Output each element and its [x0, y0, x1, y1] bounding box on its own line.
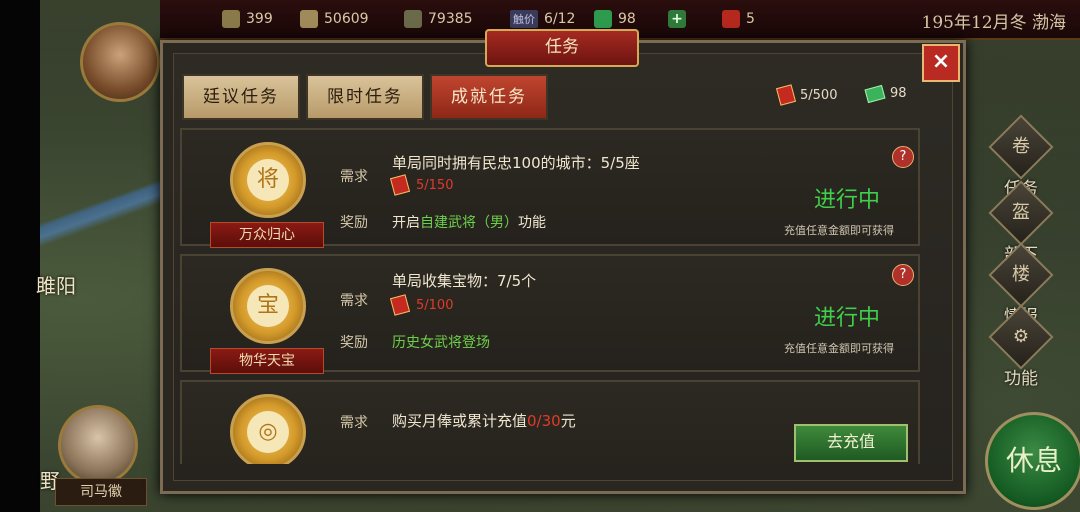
task-card: 宝 物华天宝 需求 单局收集宝物：7/5个 5/100 奖励 历史女武将登场 ?… [180, 254, 920, 374]
recharge-plus[interactable]: + [668, 10, 686, 28]
red-ticket-value: 5 [746, 11, 755, 27]
green-ticket-icon [864, 84, 886, 103]
red-currency-value: 5/500 [800, 87, 838, 103]
green-ticket-icon [594, 10, 612, 28]
tower-icon: 楼 [988, 242, 1054, 308]
official-value: 6/12 [544, 11, 576, 27]
gold-value: 50609 [324, 11, 369, 27]
tab-limited-tasks[interactable]: 限时任务 [306, 74, 424, 120]
reward-highlight: 自建武将（男） [420, 215, 518, 231]
season-date: 195年12月冬 渤海 [921, 13, 1066, 33]
green-ticket-resource: 98 [594, 10, 636, 28]
task-status: 进行中 [814, 188, 881, 213]
map-river [40, 150, 160, 350]
req-text: 单局收集宝物：7/5个 [392, 272, 537, 290]
task-badge: ◎ [230, 394, 306, 464]
req-progress-value: 5/150 [416, 177, 454, 193]
reward-label: 奖励 [340, 335, 368, 351]
task-hint: 充值任意金额即可获得 [784, 342, 894, 355]
helmet-icon: 盔 [988, 180, 1054, 246]
task-card: ◎ 需求 购买月俸或累计充值0/30元 去充值 [180, 380, 920, 464]
reward-prefix: 开启 [392, 215, 420, 231]
req-prefix: 购买月俸或累计充值 [392, 412, 528, 430]
food-value: 399 [246, 11, 273, 27]
troops-icon [404, 10, 422, 28]
req-progress: 5/100 [389, 294, 454, 316]
gold-icon [300, 10, 318, 28]
red-ticket-resource: 5 [722, 10, 755, 28]
gold-resource: 50609 [300, 10, 369, 28]
task-hint: 充值任意金额即可获得 [784, 224, 894, 237]
side-menu-functions[interactable]: ⚙ 功能 [988, 304, 1054, 389]
green-ticket-value: 98 [618, 11, 636, 27]
help-button[interactable]: ? [892, 264, 914, 286]
tab-court-tasks[interactable]: 廷议任务 [182, 74, 300, 120]
troops-resource: 79385 [404, 10, 473, 28]
reward-highlight: 历史女武将登场 [392, 335, 490, 351]
plus-icon[interactable]: + [668, 10, 686, 28]
task-list[interactable]: 将 万众归心 需求 单局同时拥有民忠100的城市：5/5座 5/150 奖励 开… [180, 124, 922, 464]
scroll-icon: 卷 [988, 114, 1054, 180]
close-button[interactable]: × [922, 44, 960, 82]
req-label: 需求 [340, 415, 368, 431]
task-badge-name: 万众归心 [210, 222, 324, 248]
official-icon: 触价 [510, 10, 538, 28]
red-envelope-icon [775, 84, 797, 106]
task-badge: 将 [230, 142, 306, 218]
recharge-button[interactable]: 去充值 [794, 424, 908, 462]
coin-icon: ◎ [247, 411, 289, 453]
req-label: 需求 [340, 293, 368, 309]
screen-edge [0, 0, 40, 512]
req-highlight: 0/30 [527, 412, 561, 430]
red-ticket-icon [722, 10, 740, 28]
task-status: 进行中 [814, 306, 881, 331]
red-currency: 5/500 [775, 84, 838, 106]
general-icon: 将 [247, 159, 289, 201]
food-icon [222, 10, 240, 28]
red-envelope-icon [389, 174, 411, 196]
req-progress: 5/150 [389, 174, 454, 196]
advisor-avatar[interactable] [58, 405, 138, 485]
req-text: 购买月俸或累计充值0/30元 [392, 410, 576, 431]
task-badge: 宝 [230, 268, 306, 344]
reward-suffix: 功能 [518, 215, 546, 231]
req-label: 需求 [340, 169, 368, 185]
reward-text: 历史女武将登场 [392, 332, 490, 352]
troops-value: 79385 [428, 11, 473, 27]
reward-text: 开启自建武将（男）功能 [392, 212, 546, 232]
rest-button[interactable]: 休息 [985, 412, 1080, 510]
player-avatar[interactable] [80, 22, 160, 102]
treasure-general-icon: 宝 [247, 285, 289, 327]
req-suffix: 元 [560, 412, 576, 430]
green-currency-value: 98 [890, 86, 907, 101]
advisor-name: 司马徽 [55, 478, 147, 506]
gear-icon: ⚙ [988, 304, 1054, 370]
help-button[interactable]: ? [892, 146, 914, 168]
food-resource: 399 [222, 10, 273, 28]
map-city-label[interactable]: 雎阳 [36, 270, 76, 299]
green-currency: 98 [864, 84, 907, 103]
tab-achievement-tasks[interactable]: 成就任务 [430, 74, 548, 120]
task-badge-name: 物华天宝 [210, 348, 324, 374]
task-card: 将 万众归心 需求 单局同时拥有民忠100的城市：5/5座 5/150 奖励 开… [180, 128, 920, 248]
reward-label: 奖励 [340, 215, 368, 231]
req-text: 单局同时拥有民忠100的城市：5/5座 [392, 154, 640, 172]
req-progress-value: 5/100 [416, 297, 454, 313]
official-resource: 触价 6/12 [510, 10, 575, 28]
dialog-title: 任务 [485, 29, 639, 67]
red-envelope-icon [389, 294, 411, 316]
